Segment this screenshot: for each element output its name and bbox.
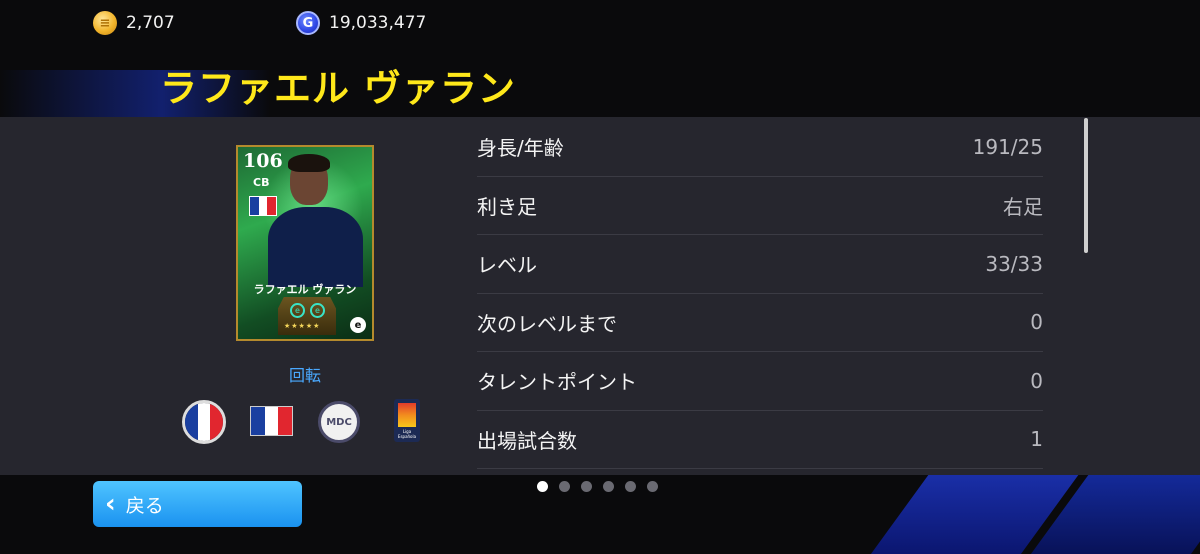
stat-value: 191/25 [972,134,1043,159]
stat-label: レベル [477,253,537,278]
national-team-flag-icon[interactable] [250,406,293,436]
page-dot[interactable] [647,481,658,492]
page-dot[interactable] [603,481,614,492]
stat-value: 0 [1030,368,1043,393]
stat-row-talent-points: タレントポイント 0 [477,352,1043,411]
stat-label: 次のレベルまで [477,311,617,336]
stat-label: 利き足 [477,194,537,219]
stat-label: 身長/年齢 [477,136,564,161]
stat-value: 右足 [1003,194,1043,219]
club-badge-icon[interactable]: MDC [318,401,360,443]
page-dot[interactable] [625,481,636,492]
page-dot[interactable] [537,481,548,492]
rotate-button[interactable]: 回転 [289,362,321,386]
stat-row-preferred-foot: 利き足 右足 [477,177,1043,235]
page-title: ラファエル ヴァラン [160,67,516,110]
skill-icon: e [290,303,305,318]
stat-row-height-age: 身長/年齢 191/25 [477,118,1043,177]
stat-label: 出場試合数 [477,428,577,453]
club-badge-text: MDC [326,416,352,428]
card-player-name: ラファエル ヴァラン [253,283,357,296]
player-stats-list: 身長/年齢 191/25 利き足 右足 レベル 33/33 次のレベルまで 0 … [477,118,1043,469]
stats-scrollbar[interactable] [1084,118,1088,253]
chevron-left-icon: ‹ [105,489,116,519]
stat-label: タレントポイント [477,370,637,395]
nationality-round-flag-icon[interactable] [182,400,226,444]
back-button[interactable]: ‹ 戻る [93,481,302,527]
coin-icon: ≡ [93,11,117,35]
league-badge-icon[interactable]: Liga Española [394,399,420,442]
card-flag-icon [249,196,277,216]
page-dot[interactable] [559,481,570,492]
stat-value: 33/33 [985,251,1043,276]
league-badge-text: Liga Española [397,429,417,439]
footer-accent-stripes [860,474,1200,554]
back-button-label: 戻る [125,494,164,517]
gp-icon: G [296,11,320,35]
coin-balance: ≡ 2,707 [93,11,175,35]
card-rating: 106 [243,150,283,172]
stat-row-level: レベル 33/33 [477,235,1043,294]
stat-row-next-level: 次のレベルまで 0 [477,294,1043,352]
card-position: CB [253,176,270,189]
player-card[interactable]: 106 CB ラファエル ヴァラン e e ★★★★★ e [236,145,374,341]
stat-row-matches-played: 出場試合数 1 [477,411,1043,469]
page-dot[interactable] [581,481,592,492]
efootball-logo-icon: e [350,317,366,333]
page-indicator [537,481,658,492]
stat-value: 1 [1030,427,1043,452]
gp-amount: 19,033,477 [329,13,427,33]
card-stars: ★★★★★ [284,322,321,330]
stat-value: 0 [1030,310,1043,335]
coin-amount: 2,707 [126,13,175,33]
gp-balance: G 19,033,477 [296,11,426,35]
skill-icon: e [310,303,325,318]
